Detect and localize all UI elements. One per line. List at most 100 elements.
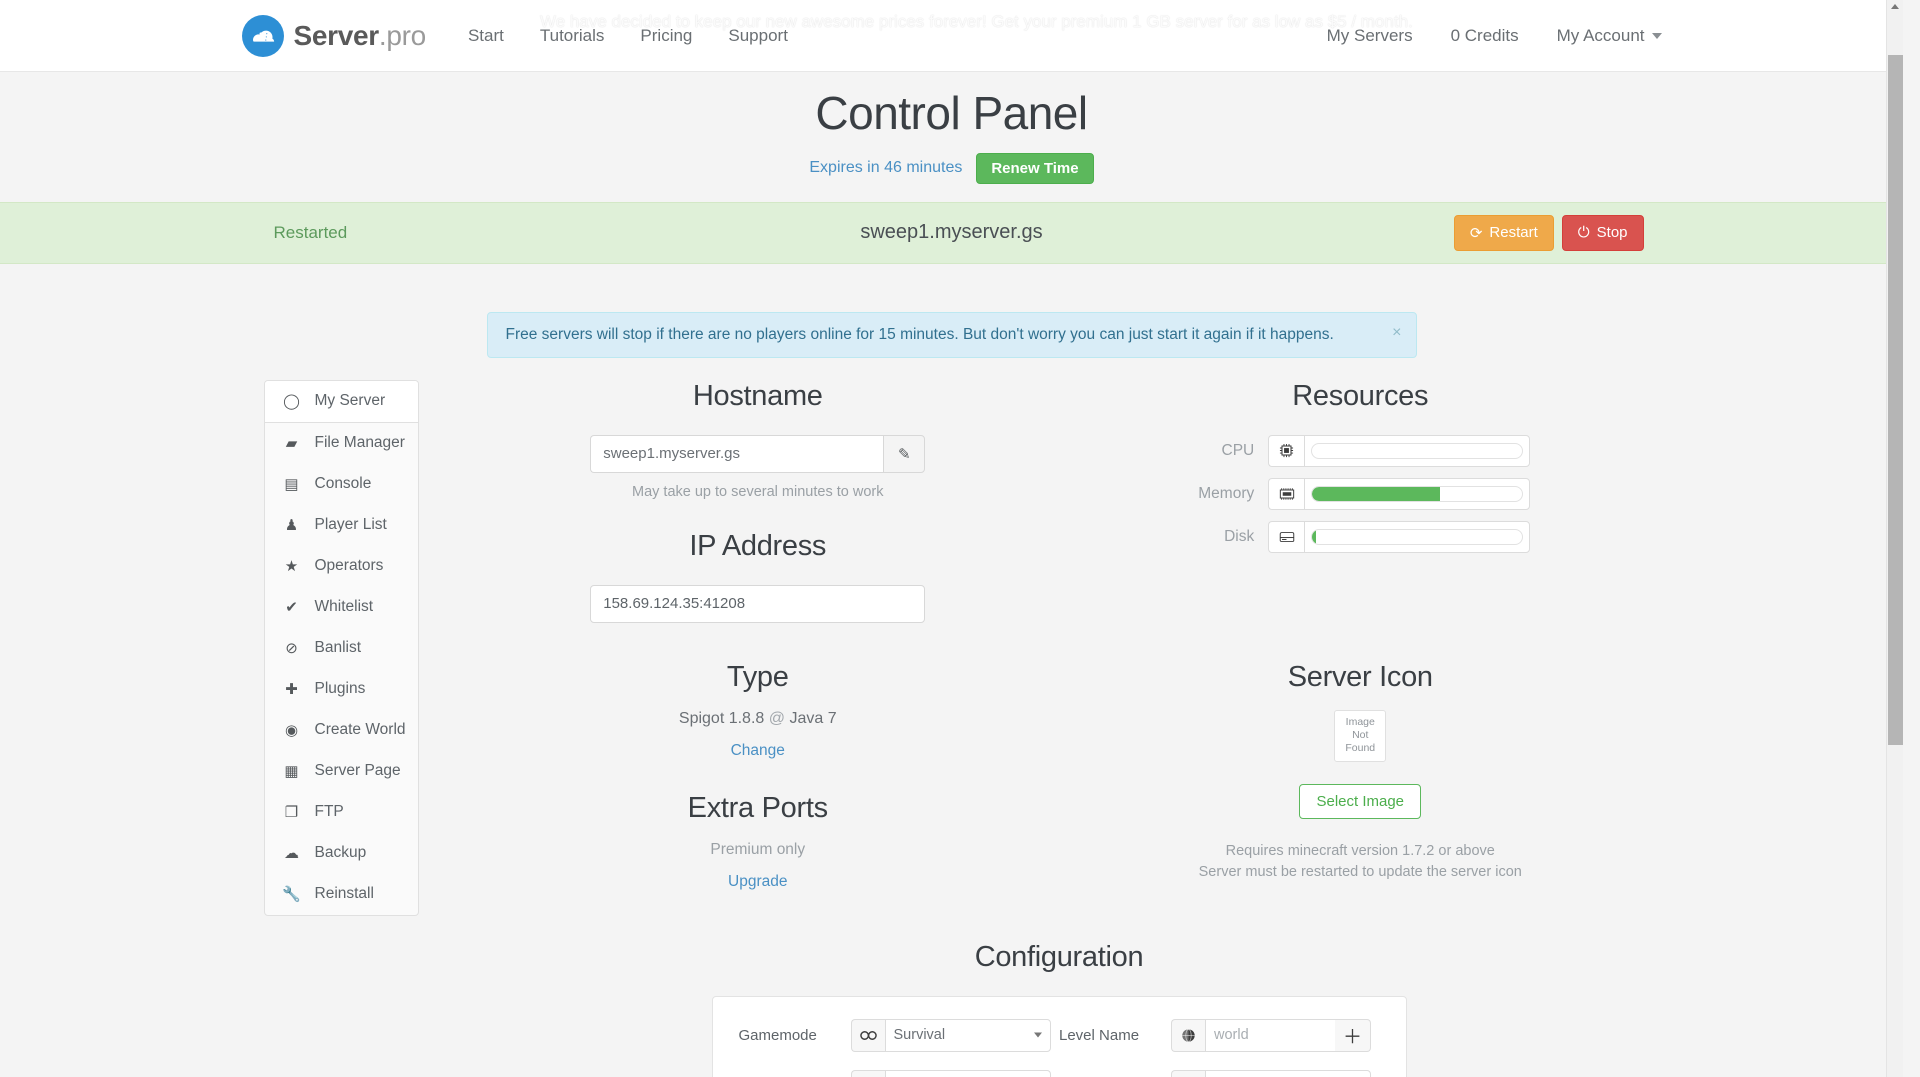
expiry-text: Expires in 46 minutes <box>809 159 963 177</box>
memory-label: Memory <box>1198 484 1255 502</box>
sidebar-item-reinstall[interactable]: 🔧 Reinstall <box>265 874 418 915</box>
chevron-down-icon <box>1651 33 1662 40</box>
hostname-input-group: ✎ <box>590 434 926 473</box>
sidebar-item-my-server[interactable]: ◯ My Server <box>264 380 418 423</box>
console-icon: ▤ <box>284 476 299 494</box>
sidebar-item-create-world[interactable]: ◉ Create World <box>265 710 418 751</box>
stop-button[interactable]: ⏻ Stop <box>1561 214 1644 251</box>
refresh-icon: ⟳ <box>1469 224 1483 242</box>
alert-message: Free servers will stop if there are no p… <box>505 325 1334 343</box>
image-not-found-line2: Not <box>1352 729 1369 742</box>
nav-item-pricing[interactable]: Pricing <box>640 26 692 46</box>
server-icon-panel: Server Icon Image Not Found Select Image… <box>1059 661 1662 891</box>
select-image-button[interactable]: Select Image <box>1299 783 1422 819</box>
sidebar-item-plugins[interactable]: ✚ Plugins <box>265 669 418 710</box>
edit-icon[interactable]: ✎ <box>883 434 926 473</box>
hostname-note: May take up to several minutes to work <box>632 483 884 500</box>
ip-address-input[interactable] <box>590 584 926 623</box>
sidebar-item-console[interactable]: ▤ Console <box>265 464 418 505</box>
row-type-servericon: Type Spigot 1.8.8 @ Java 7 Change Extra … <box>457 661 1662 891</box>
file-jar-icon <box>1171 1069 1205 1077</box>
nav-item-support[interactable]: Support <box>728 26 788 46</box>
level-name-label: Level Name <box>1059 1026 1140 1044</box>
server-panels: Hostname ✎ May take up to several minute… <box>419 380 1662 1077</box>
add-level-button[interactable]: ＋ <box>1335 1018 1371 1052</box>
row-hostname-resources: Hostname ✎ May take up to several minute… <box>457 380 1662 623</box>
hostname-input[interactable] <box>590 434 884 473</box>
type-heading: Type <box>726 660 789 693</box>
sidebar-item-server-page[interactable]: ▦ Server Page <box>265 751 418 792</box>
nav-item-start[interactable]: Start <box>468 26 504 46</box>
control-panel-sidebar: ◯ My Server ▰ File Manager ▤ Console ♟ Playe… <box>263 379 419 916</box>
sidebar-item-label: Create World <box>314 721 406 739</box>
sidebar-item-banlist[interactable]: ⊘ Banlist <box>265 628 418 669</box>
folder-open-icon: ▰ <box>285 435 298 453</box>
cloud-upload-icon: ☁ <box>284 845 299 863</box>
user-icon: ♟ <box>284 517 299 535</box>
ip-heading: IP Address <box>689 529 827 562</box>
globe-icon: ◉ <box>284 722 299 740</box>
hostname-heading: Hostname <box>692 379 823 412</box>
status-badge: Restarted <box>273 222 348 242</box>
resources-heading: Resources <box>1292 379 1429 412</box>
sidebar-item-label: Operators <box>314 557 384 575</box>
chevron-down-icon <box>1033 1032 1042 1038</box>
ban-icon: ⊘ <box>285 640 298 658</box>
renew-time-button[interactable]: Renew Time <box>976 152 1094 184</box>
brand-logo-link[interactable]: Server.pro <box>241 14 426 57</box>
jar-file-select[interactable]: spigot-1.8.8.jar <box>1205 1069 1371 1077</box>
difficulty-select[interactable]: Easy <box>884 1069 1051 1077</box>
sidebar-item-label: Plugins <box>314 680 366 698</box>
cpu-label: CPU <box>1221 441 1255 459</box>
scroll-up-arrow-icon[interactable] <box>1891 4 1899 9</box>
page-title: Control Panel <box>815 87 1088 139</box>
star-icon: ★ <box>284 558 299 576</box>
resource-row-memory: Memory <box>1059 477 1662 510</box>
upgrade-link[interactable]: Upgrade <box>728 873 787 891</box>
config-row-2: Difficulty Easy JAR File <box>739 1069 1380 1077</box>
free-server-alert: Free servers will stop if there are no p… <box>486 311 1417 358</box>
nav-item-credits[interactable]: 0 Credits <box>1451 26 1519 46</box>
disk-label: Disk <box>1224 527 1255 545</box>
level-name-input[interactable]: world <box>1205 1018 1335 1052</box>
restart-button[interactable]: ⟳ Restart <box>1453 214 1554 251</box>
nav-item-my-servers[interactable]: My Servers <box>1327 26 1413 46</box>
nav-item-my-account[interactable]: My Account <box>1557 26 1662 46</box>
page-scrollbar[interactable] <box>1886 0 1903 1077</box>
server-icon-preview: Image Not Found <box>1334 709 1387 762</box>
scrollbar-thumb[interactable] <box>1888 55 1903 745</box>
sidebar-item-file-manager[interactable]: ▰ File Manager <box>265 423 418 464</box>
config-field-difficulty: Difficulty Easy <box>739 1069 1060 1077</box>
ram-stick-icon <box>1268 477 1305 510</box>
gamepad-icon <box>850 1018 885 1052</box>
grid-icon: ▦ <box>284 763 299 781</box>
image-not-found-line3: Found <box>1345 742 1376 755</box>
power-icon: ⏻ <box>1577 224 1590 242</box>
restart-label: Restart <box>1489 224 1538 242</box>
sidebar-item-whitelist[interactable]: ✔ Whitelist <box>265 587 418 628</box>
configuration-card: Gamemode Survival Level Name world ＋ <box>711 995 1407 1077</box>
type-panel: Type Spigot 1.8.8 @ Java 7 Change Extra … <box>457 661 1060 891</box>
close-icon[interactable]: × <box>1392 324 1401 342</box>
image-not-found-line1: Image <box>1345 715 1375 728</box>
sidebar-item-label: Reinstall <box>314 885 374 903</box>
sidebar-item-ftp[interactable]: ❐ FTP <box>265 792 418 833</box>
sidebar-item-label: File Manager <box>314 434 405 452</box>
resources-panel: Resources CPU Memory Disk <box>1059 380 1662 623</box>
nav-item-tutorials[interactable]: Tutorials <box>540 26 605 46</box>
expiry-row: Expires in 46 minutes Renew Time <box>0 152 1903 184</box>
sidebar-item-label: Console <box>314 475 372 493</box>
change-type-link[interactable]: Change <box>731 742 785 760</box>
sidebar-item-backup[interactable]: ☁ Backup <box>265 833 418 874</box>
gamemode-select[interactable]: Survival <box>884 1018 1051 1052</box>
server-pro-logo-icon <box>241 14 284 57</box>
control-panel-page: We have decided to keep our new awesome … <box>0 0 1903 1077</box>
hostname-panel: Hostname ✎ May take up to several minute… <box>457 380 1060 623</box>
sidebar-item-operators[interactable]: ★ Operators <box>265 546 418 587</box>
my-account-label: My Account <box>1556 25 1645 45</box>
check-icon: ✔ <box>285 599 298 617</box>
globe-icon <box>1171 1018 1205 1052</box>
config-row-1: Gamemode Survival Level Name world ＋ <box>739 1018 1380 1052</box>
sidebar-item-player-list[interactable]: ♟ Player List <box>265 505 418 546</box>
sidebar-item-label: Player List <box>314 516 387 534</box>
